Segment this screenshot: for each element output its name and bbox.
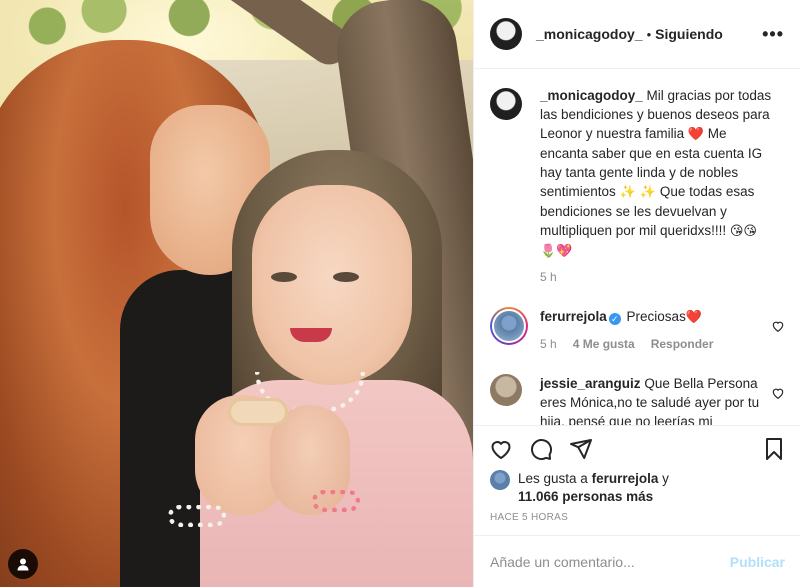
post-timestamp[interactable]: HACE 5 HORAS — [490, 512, 568, 523]
user-icon — [17, 558, 29, 571]
publish-button[interactable]: Publicar — [730, 554, 785, 570]
comment-reply-button[interactable]: Responder — [651, 335, 714, 354]
like-comment-heart-icon[interactable] — [771, 319, 785, 333]
verified-badge-icon: ✓ — [608, 313, 621, 325]
likes-text: Les gusta a ferurrejola y 11.066 persona… — [518, 470, 669, 506]
comment-input[interactable]: Añade un comentario... — [490, 554, 635, 570]
comment-likes[interactable]: 4 Me gusta — [573, 335, 635, 354]
share-button[interactable] — [568, 436, 594, 462]
likes-joiner: y — [662, 471, 669, 486]
commenter-story-ring[interactable] — [490, 307, 528, 345]
photo-girl-eye-left — [271, 272, 297, 282]
likes-summary: Les gusta a ferurrejola y 11.066 persona… — [490, 470, 790, 506]
author-avatar[interactable] — [490, 18, 522, 50]
save-button[interactable] — [761, 436, 787, 462]
comment-button[interactable] — [528, 436, 554, 462]
caption-author-avatar[interactable] — [490, 88, 522, 120]
like-button[interactable] — [488, 436, 514, 462]
heart-emoji: ❤️ — [687, 127, 705, 142]
comment-icon — [531, 438, 552, 460]
more-options-icon[interactable]: ••• — [762, 24, 784, 45]
likes-count[interactable]: 11.066 personas más — [518, 489, 653, 504]
send-icon — [570, 438, 592, 459]
post-caption: _monicagodoy_ Mil gracias por todas las … — [490, 86, 785, 287]
likes-user[interactable]: ferurrejola — [592, 471, 659, 486]
comment-text: Preciosas — [626, 309, 686, 324]
post-header: _monicagodoy_ • Siguiendo ••• — [474, 0, 800, 69]
like-comment-heart-icon[interactable] — [771, 386, 785, 400]
commenter-avatar — [492, 309, 526, 343]
following-button[interactable]: Siguiendo — [655, 26, 723, 42]
add-comment-bar: Añade un comentario... Publicar — [474, 535, 800, 587]
comment-username[interactable]: ferurrejola — [540, 309, 607, 324]
photo-bracelet — [168, 505, 226, 527]
header-separator: • — [646, 26, 652, 42]
comment-username[interactable]: jessie_aranguiz — [540, 376, 641, 391]
instagram-post-modal: _monicagodoy_ • Siguiendo ••• _monicagod… — [0, 0, 800, 587]
post-side-panel: _monicagodoy_ • Siguiendo ••• _monicagod… — [473, 0, 800, 587]
post-actions — [474, 425, 800, 471]
comment-body: jessie_aranguiz Que Bella Persona eres M… — [540, 374, 765, 425]
photo-cookie — [228, 398, 288, 426]
tagged-users-button[interactable] — [8, 549, 38, 579]
comment-meta: 5 h 4 Me gusta Responder — [540, 335, 765, 354]
commenter-avatar[interactable] — [490, 374, 522, 406]
sparkles-emoji: ✨ ✨ — [619, 185, 657, 200]
comment-time[interactable]: 5 h — [540, 335, 557, 354]
photo-girl-face — [252, 185, 412, 385]
caption-username[interactable]: _monicagodoy_ — [540, 88, 643, 103]
flower-heart-emojis: 🌷💖 — [540, 244, 573, 259]
photo-girl-eye-right — [333, 272, 359, 282]
comment-body: ferurrejola ✓ Preciosas❤️ 5 h 4 Me gusta … — [540, 307, 765, 354]
caption-time[interactable]: 5 h — [540, 268, 775, 287]
caption-text: _monicagodoy_ Mil gracias por todas las … — [540, 86, 775, 287]
comment-item: jessie_aranguiz Que Bella Persona eres M… — [490, 374, 785, 425]
comment-heart-emoji: ❤️ — [685, 310, 703, 325]
comments-list[interactable]: _monicagodoy_ Mil gracias por todas las … — [474, 70, 800, 425]
liker-avatar[interactable] — [490, 470, 510, 490]
photo-bracelet-pink — [312, 490, 360, 512]
likes-prefix: Les gusta a — [518, 471, 588, 486]
post-photo[interactable] — [0, 0, 473, 587]
author-username[interactable]: _monicagodoy_ — [536, 26, 643, 42]
kiss-emojis: 😘😘 — [729, 224, 757, 239]
bookmark-icon — [766, 437, 782, 460]
heart-icon — [491, 440, 511, 459]
comment-item: ferurrejola ✓ Preciosas❤️ 5 h 4 Me gusta … — [490, 307, 785, 354]
